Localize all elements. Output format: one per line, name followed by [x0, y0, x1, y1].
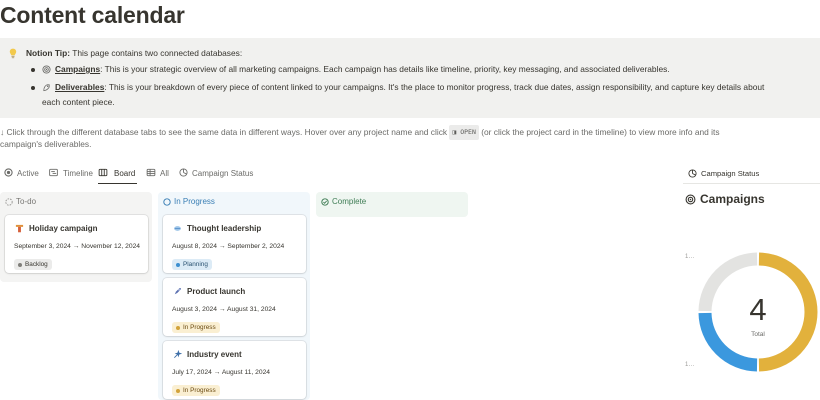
tip-label: Notion Tip: [26, 48, 71, 58]
status-circle-icon [5, 198, 13, 206]
target-icon [685, 194, 696, 205]
card-dates: September 3, 2024 → November 12, 2024 [14, 243, 141, 250]
deliverables-icon [43, 84, 50, 92]
pie-chart-icon [179, 168, 188, 177]
open-chip: ◨ OPEN [449, 125, 479, 140]
view-tabs: Active Timeline Board All Campaign Statu… [0, 164, 640, 184]
chart-title: Campaigns [700, 192, 765, 206]
column-title: Complete [332, 197, 367, 206]
bullet-dot [31, 86, 35, 90]
status-circle-icon [163, 198, 171, 206]
tab-label: Active [17, 169, 39, 178]
campaign-status-donut-chart: 4 Total [698, 252, 818, 372]
tab-label: Timeline [63, 169, 93, 178]
card-title: Industry event [187, 350, 242, 359]
help-text-end: (or click the project card in the timeli… [478, 127, 720, 137]
chart-axis-label: 1… [685, 254, 695, 260]
timeline-icon [49, 168, 58, 177]
tab-label: Board [114, 169, 136, 178]
column-title: In Progress [174, 197, 215, 206]
card-title: Product launch [187, 287, 246, 296]
bullet-dot [31, 68, 35, 72]
donut-slice-in-progress[interactable] [758, 252, 818, 372]
card-dates: July 17, 2024 → August 11, 2024 [172, 369, 271, 376]
board-card[interactable]: Thought leadership August 8, 2024 → Sept… [163, 215, 306, 273]
notion-tip-callout: Notion Tip: This page contains two conne… [0, 38, 820, 118]
tip-line: Notion Tip: This page contains two conne… [26, 47, 242, 59]
card-dates: August 8, 2024 → September 2, 2024 [172, 243, 285, 250]
side-view-tab-label: Campaign Status [701, 169, 760, 178]
rocket-icon [174, 288, 181, 295]
tip-text: This page contains two connected databas… [70, 48, 243, 58]
column-title: To-do [16, 197, 37, 206]
donut-total-value: 4 [749, 292, 766, 327]
card-title: Holiday campaign [29, 224, 98, 233]
lightbulb-icon [174, 226, 181, 231]
tab-label: All [160, 169, 169, 178]
board-card[interactable]: Product launch August 3, 2024 → August 3… [163, 278, 306, 336]
help-text-start: ↓ Click through the different database t… [0, 127, 450, 137]
tab-board[interactable]: Board [98, 167, 137, 184]
lightbulb-icon [9, 48, 17, 59]
check-circle-icon [321, 198, 329, 206]
tab-timeline[interactable]: Timeline [49, 167, 95, 184]
deliverables-item: Deliverables: This is your breakdown of … [55, 81, 815, 93]
deliverables-desc: : This is your breakdown of every piece … [104, 82, 765, 92]
pie-chart-icon [688, 169, 697, 178]
status-badge: In Progress [172, 322, 220, 333]
tab-all[interactable]: All [146, 167, 172, 184]
board-card[interactable]: Industry event July 17, 2024 → August 11… [163, 341, 306, 399]
star-icon [174, 350, 182, 358]
card-title: Thought leadership [187, 224, 262, 233]
side-view-header[interactable]: Campaign Status [683, 164, 820, 184]
campaigns-link[interactable]: Campaigns [55, 64, 100, 74]
status-badge: In Progress [172, 385, 220, 396]
page-title: Content calendar [0, 2, 185, 28]
card-dates: August 3, 2024 → August 31, 2024 [172, 306, 276, 313]
holiday-icon [15, 224, 24, 233]
board-column-todo: To-do Holiday campaign September 3, 2024… [0, 192, 152, 282]
status-badge: Planning [172, 259, 212, 270]
table-icon [146, 168, 156, 177]
board-icon [98, 168, 108, 177]
campaigns-desc: : This is your strategic overview of all… [100, 64, 670, 74]
target-icon [42, 65, 51, 74]
board-card[interactable]: Holiday campaign September 3, 2024 → Nov… [5, 215, 148, 273]
active-icon [4, 168, 13, 177]
help-text-line2: campaign's deliverables. [0, 139, 92, 149]
deliverables-link[interactable]: Deliverables [55, 82, 104, 92]
board-column-complete: Complete [316, 192, 468, 217]
chart-axis-label: 1… [685, 362, 695, 368]
tab-campaign-status[interactable]: Campaign Status [179, 167, 255, 184]
status-badge: Backlog [14, 259, 52, 270]
tab-label: Campaign Status [192, 169, 254, 178]
campaigns-item: Campaigns: This is your strategic overvi… [55, 63, 815, 75]
tab-active[interactable]: Active [4, 167, 44, 184]
donut-total-label: Total [751, 331, 765, 338]
help-text-line1: ↓ Click through the different database t… [0, 125, 720, 140]
board-column-in-progress: In Progress Thought leadership August 8,… [158, 192, 310, 400]
deliverables-desc-cont: each content piece. [42, 97, 115, 107]
